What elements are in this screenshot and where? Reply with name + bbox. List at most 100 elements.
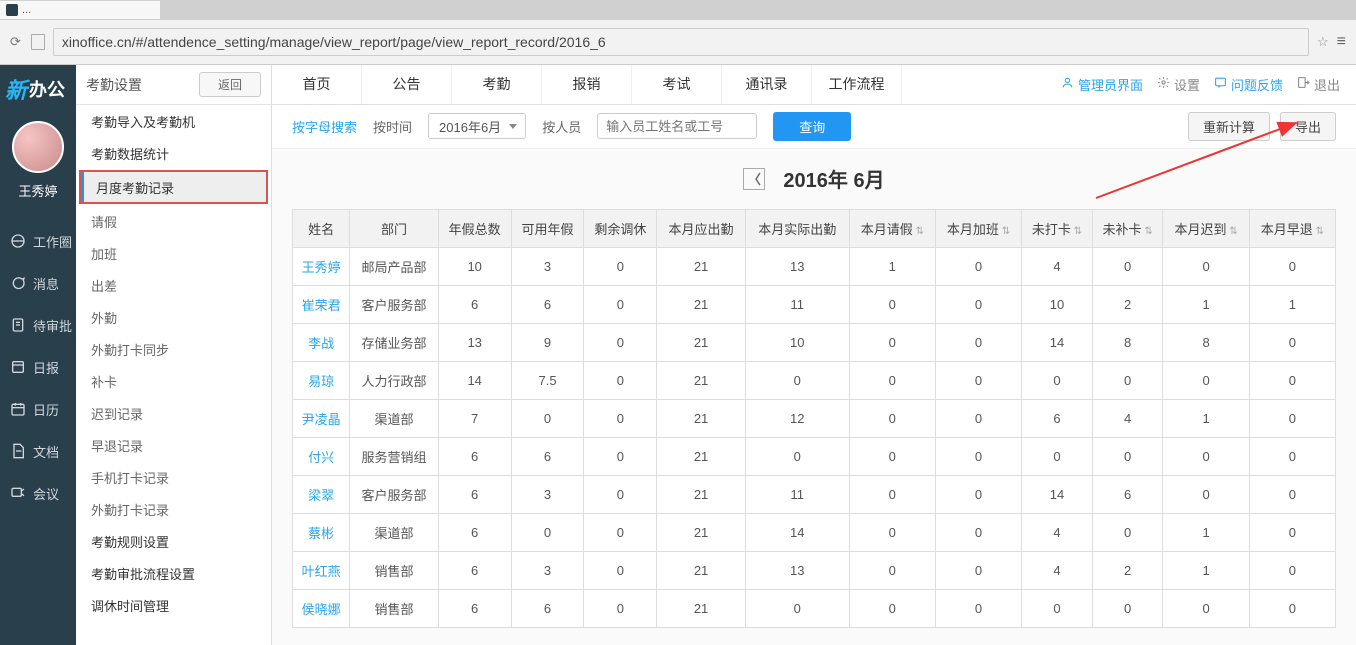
cell-value: 1 bbox=[1163, 399, 1249, 437]
topnav-item[interactable]: 考勤 bbox=[452, 65, 542, 104]
topnav-item[interactable]: 通讯录 bbox=[722, 65, 812, 104]
topnav-item[interactable]: 公告 bbox=[362, 65, 452, 104]
cell-dept: 服务营销组 bbox=[350, 437, 438, 475]
cell-value: 21 bbox=[657, 551, 745, 589]
cell-value: 21 bbox=[657, 475, 745, 513]
sidepanel-item[interactable]: 外勤打卡记录 bbox=[76, 493, 271, 525]
cell-value: 14 bbox=[1022, 323, 1093, 361]
topnav-right-link[interactable]: 退出 bbox=[1297, 75, 1340, 94]
topnav-right-link[interactable]: 设置 bbox=[1157, 75, 1200, 94]
row-name-link[interactable]: 尹凌晶 bbox=[302, 412, 341, 427]
leftnav-item[interactable]: 会议 bbox=[0, 472, 76, 514]
cell-value: 0 bbox=[935, 551, 1021, 589]
table-header[interactable]: 本月加班 bbox=[935, 209, 1021, 247]
table-row: 尹凌晶渠道部7002112006410 bbox=[293, 399, 1336, 437]
row-name-link[interactable]: 蔡彬 bbox=[308, 526, 334, 541]
sidepanel-item[interactable]: 月度考勤记录 bbox=[81, 172, 266, 202]
address-bar[interactable]: xinoffice.cn/#/attendence_setting/manage… bbox=[53, 28, 1309, 56]
leftnav-item[interactable]: 工作圈 bbox=[0, 220, 76, 262]
topnav-item[interactable]: 工作流程 bbox=[812, 65, 902, 104]
sidepanel-item[interactable]: 考勤规则设置 bbox=[76, 525, 271, 557]
browser-tab[interactable]: ... bbox=[0, 1, 160, 19]
cell-value: 21 bbox=[657, 247, 745, 285]
table-header[interactable]: 本月请假 bbox=[849, 209, 935, 247]
sidepanel-item[interactable]: 外勤 bbox=[76, 301, 271, 333]
sidepanel-item[interactable]: 出差 bbox=[76, 269, 271, 301]
table-header[interactable]: 未补卡 bbox=[1092, 209, 1163, 247]
table-header: 可用年假 bbox=[511, 209, 584, 247]
recalc-button[interactable]: 重新计算 bbox=[1188, 112, 1270, 141]
topnav-item[interactable]: 考试 bbox=[632, 65, 722, 104]
cell-value: 0 bbox=[1022, 589, 1093, 627]
cell-value: 0 bbox=[584, 551, 657, 589]
cell-value: 0 bbox=[1249, 513, 1335, 551]
sidepanel-item[interactable]: 补卡 bbox=[76, 365, 271, 397]
leftnav-item[interactable]: 待审批 bbox=[0, 304, 76, 346]
table-header[interactable]: 未打卡 bbox=[1022, 209, 1093, 247]
topnav-right-link[interactable]: 管理员界面 bbox=[1061, 75, 1143, 94]
row-name-link[interactable]: 付兴 bbox=[308, 450, 334, 465]
table-header[interactable]: 本月迟到 bbox=[1163, 209, 1249, 247]
table-header[interactable]: 本月早退 bbox=[1249, 209, 1335, 247]
cell-value: 21 bbox=[657, 437, 745, 475]
cell-value: 21 bbox=[657, 399, 745, 437]
leftnav-item[interactable]: 日历 bbox=[0, 388, 76, 430]
sidepanel-item[interactable]: 手机打卡记录 bbox=[76, 461, 271, 493]
cell-value: 1 bbox=[849, 247, 935, 285]
menu-icon[interactable]: ≡ bbox=[1337, 33, 1346, 51]
sidepanel-item[interactable]: 考勤导入及考勤机 bbox=[76, 105, 271, 137]
month-prev-button[interactable]: 〈 bbox=[743, 168, 765, 190]
topnav-item[interactable]: 报销 bbox=[542, 65, 632, 104]
cell-value: 1 bbox=[1163, 285, 1249, 323]
leftnav-item[interactable]: 消息 bbox=[0, 262, 76, 304]
row-name-link[interactable]: 崔荣君 bbox=[302, 298, 341, 313]
row-name-link[interactable]: 易琼 bbox=[308, 374, 334, 389]
sidepanel-item[interactable]: 外勤打卡同步 bbox=[76, 333, 271, 365]
sidepanel-item[interactable]: 迟到记录 bbox=[76, 397, 271, 429]
person-input[interactable] bbox=[597, 113, 757, 139]
leftnav-label: 日历 bbox=[33, 400, 59, 419]
bookmark-icon[interactable]: ☆ bbox=[1317, 34, 1329, 50]
filter-byperson-label: 按人员 bbox=[542, 117, 581, 136]
sidepanel-item[interactable]: 调休时间管理 bbox=[76, 589, 271, 621]
row-name-link[interactable]: 王秀婷 bbox=[302, 260, 341, 275]
cell-value: 0 bbox=[584, 513, 657, 551]
cell-value: 0 bbox=[1092, 247, 1163, 285]
avatar[interactable] bbox=[12, 121, 64, 173]
topnav-right-link[interactable]: 问题反馈 bbox=[1214, 75, 1283, 94]
cell-value: 4 bbox=[1022, 247, 1093, 285]
cell-value: 6 bbox=[438, 285, 511, 323]
month-title: 2016年 6月 bbox=[783, 164, 884, 193]
row-name-link[interactable]: 叶红燕 bbox=[302, 564, 341, 579]
topnav-item[interactable]: 首页 bbox=[272, 65, 362, 104]
leftnav-label: 会议 bbox=[33, 484, 59, 503]
export-button[interactable]: 导出 bbox=[1280, 112, 1336, 141]
exit-icon bbox=[1297, 76, 1310, 92]
row-name-link[interactable]: 梁翠 bbox=[308, 488, 334, 503]
leftnav-item[interactable]: 文档 bbox=[0, 430, 76, 472]
cell-value: 0 bbox=[1249, 551, 1335, 589]
cell-value: 6 bbox=[438, 475, 511, 513]
back-button[interactable]: 返回 bbox=[199, 72, 261, 97]
leftnav-item[interactable]: 日报 bbox=[0, 346, 76, 388]
attendance-table: 姓名部门年假总数可用年假剩余调休本月应出勤本月实际出勤本月请假本月加班未打卡未补… bbox=[292, 209, 1336, 628]
sidepanel-item[interactable]: 请假 bbox=[76, 205, 271, 237]
search-button[interactable]: 查询 bbox=[773, 112, 851, 141]
row-name-link[interactable]: 李战 bbox=[308, 336, 334, 351]
row-name-link[interactable]: 侯晓娜 bbox=[302, 602, 341, 617]
cell-value: 0 bbox=[511, 399, 584, 437]
filter-alpha[interactable]: 按字母搜索 bbox=[292, 117, 357, 136]
sidepanel-item[interactable]: 早退记录 bbox=[76, 429, 271, 461]
cell-value: 0 bbox=[1022, 361, 1093, 399]
sidepanel-item[interactable]: 考勤审批流程设置 bbox=[76, 557, 271, 589]
table-row: 侯晓娜销售部660210000000 bbox=[293, 589, 1336, 627]
table-row: 王秀婷邮局产品部10302113104000 bbox=[293, 247, 1336, 285]
sidepanel-item[interactable]: 加班 bbox=[76, 237, 271, 269]
cell-value: 10 bbox=[438, 247, 511, 285]
cell-value: 0 bbox=[745, 361, 849, 399]
approval-icon bbox=[10, 317, 26, 333]
table-header: 本月实际出勤 bbox=[745, 209, 849, 247]
reload-icon[interactable]: ⟳ bbox=[10, 34, 21, 50]
month-select[interactable]: 2016年6月 bbox=[428, 113, 526, 139]
sidepanel-item[interactable]: 考勤数据统计 bbox=[76, 137, 271, 169]
